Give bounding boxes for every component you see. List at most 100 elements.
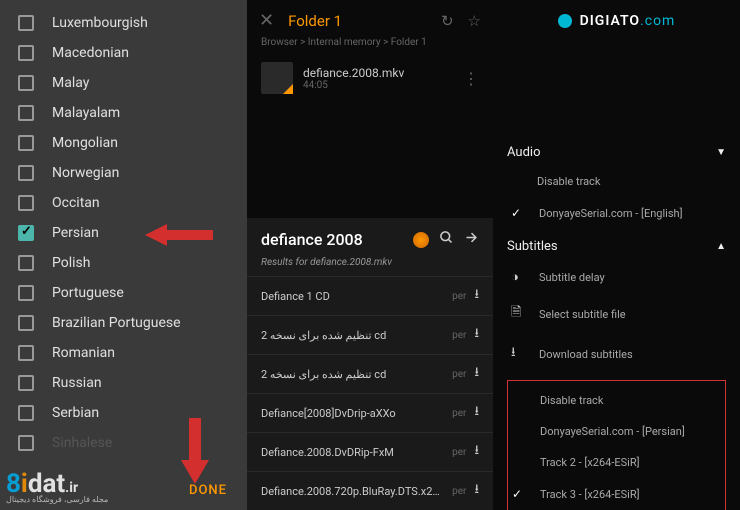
subtitle-track[interactable]: DonyayeSerial.com - [Persian] xyxy=(508,416,725,447)
result-name: Defiance.2008.720p.BluRay.DTS.x264-ESiR xyxy=(261,485,444,498)
audio-header[interactable]: Audio ▼ xyxy=(507,135,726,166)
file-icon: 🗎 xyxy=(511,303,527,325)
file-name: defiance.2008.mkv xyxy=(303,66,453,80)
download-icon[interactable]: ⭳ xyxy=(474,480,479,502)
audio-title: Audio xyxy=(507,145,540,160)
language-item-macedonian[interactable]: Macedonian xyxy=(0,38,247,68)
checkbox-icon xyxy=(18,45,34,61)
subtitle-result-row[interactable]: Defiance 1 CDper⭳ xyxy=(247,276,493,315)
language-item-russian[interactable]: Russian xyxy=(0,368,247,398)
subtitle-result-row[interactable]: Defiance[2008]DvDrip-aXXoper⭳ xyxy=(247,393,493,432)
caret-up-icon: ▲ xyxy=(716,241,726,252)
checkbox-icon xyxy=(18,105,34,121)
folder-title: Folder 1 xyxy=(288,12,427,30)
checkbox-icon xyxy=(18,15,34,31)
language-label: Sinhalese xyxy=(52,435,112,451)
language-label: Romanian xyxy=(52,345,115,361)
track-label: Disable track xyxy=(540,394,721,407)
language-label: Occitan xyxy=(52,195,100,211)
subtitle-select-file[interactable]: 🗎 Select subtitle file xyxy=(507,294,726,334)
subtitle-track[interactable]: ✓Track 3 - [x264-ESiR] xyxy=(508,478,725,510)
search-icon[interactable] xyxy=(439,230,454,249)
language-label: Malayalam xyxy=(52,105,120,121)
language-label: Mongolian xyxy=(52,135,118,151)
language-label: Serbian xyxy=(52,405,99,421)
browser-header: ✕ Folder 1 ↻ ☆ xyxy=(247,0,493,35)
subtitle-result-row[interactable]: تنظیم شده برای نسخه 2 cd per ⭳ xyxy=(247,354,493,393)
globe-icon[interactable] xyxy=(413,232,429,248)
file-duration: 44:05 xyxy=(303,80,453,91)
result-lang: per xyxy=(452,408,466,419)
language-item-serbian[interactable]: Serbian xyxy=(0,398,247,428)
subtitle-result-row[interactable]: Defiance.2008.DvDRip-FxMper⭳ xyxy=(247,432,493,471)
result-name: تنظیم شده برای نسخه 2 cd xyxy=(261,329,444,342)
result-lang: per xyxy=(452,330,466,341)
language-item-brazilian-portuguese[interactable]: Brazilian Portuguese xyxy=(0,308,247,338)
more-icon[interactable]: ⋮ xyxy=(463,69,479,88)
search-header: defiance 2008 xyxy=(247,218,493,255)
subtitle-result-row[interactable]: Defiance.2008.720p.BluRay.DTS.x264-ESiRp… xyxy=(247,471,493,510)
highlighted-tracks: Disable track DonyayeSerial.com - [Persia… xyxy=(507,380,726,510)
subtitles-header[interactable]: Subtitles ▲ xyxy=(507,229,726,260)
checkbox-icon xyxy=(18,75,34,91)
download-icon[interactable]: ⭳ xyxy=(474,324,479,346)
language-item-mongolian[interactable]: Mongolian xyxy=(0,128,247,158)
language-label: Malay xyxy=(52,75,89,91)
result-lang: per xyxy=(452,447,466,458)
subtitle-track[interactable]: Track 2 - [x264-ESiR] xyxy=(508,447,725,478)
language-item-occitan[interactable]: Occitan xyxy=(0,188,247,218)
language-list: Luxembourgish Macedonian Malay Malayalam Mon… xyxy=(0,0,247,466)
language-label: Macedonian xyxy=(52,45,129,61)
subtitle-result-row[interactable]: تنظیم شده برای نسخه 2 cd per ⭳ xyxy=(247,315,493,354)
language-item-persian[interactable]: Persian xyxy=(0,218,247,248)
language-label: Brazilian Portuguese xyxy=(52,315,181,331)
file-row[interactable]: defiance.2008.mkv 44:05 ⋮ xyxy=(247,56,493,100)
subtitles-title: Subtitles xyxy=(507,239,558,254)
language-item-norwegian[interactable]: Norwegian xyxy=(0,158,247,188)
subtitle-track[interactable]: Disable track xyxy=(508,385,725,416)
language-item-malay[interactable]: Malay xyxy=(0,68,247,98)
download-icon[interactable]: ⭳ xyxy=(474,363,479,385)
download-icon[interactable]: ⭳ xyxy=(474,402,479,424)
result-name: تنظیم شده برای نسخه 2 cd xyxy=(261,368,444,381)
audio-track[interactable]: ✓ DonyayeSerial.com - [English] xyxy=(507,197,726,229)
language-item-romanian[interactable]: Romanian xyxy=(0,338,247,368)
language-label: Portuguese xyxy=(52,285,124,301)
caret-down-icon: ▼ xyxy=(716,147,726,158)
language-label: Norwegian xyxy=(52,165,119,181)
subtitles-section: Subtitles ▲ ◑ Subtitle delay 🗎 Select su… xyxy=(493,229,740,510)
language-item-portuguese[interactable]: Portuguese xyxy=(0,278,247,308)
checkbox-icon xyxy=(18,255,34,271)
next-icon[interactable] xyxy=(464,230,479,249)
close-icon[interactable]: ✕ xyxy=(259,10,274,31)
language-label: Luxembourgish xyxy=(52,15,148,31)
breadcrumb[interactable]: Browser > Internal memory > Folder 1 xyxy=(247,35,493,56)
checkbox-icon xyxy=(18,375,34,391)
language-item-sinhalese[interactable]: Sinhalese xyxy=(0,428,247,458)
file-thumbnail xyxy=(261,62,293,94)
file-info: defiance.2008.mkv 44:05 xyxy=(303,66,453,91)
checkbox-icon xyxy=(18,435,34,451)
language-item-malayalam[interactable]: Malayalam xyxy=(0,98,247,128)
result-lang: per xyxy=(452,369,466,380)
favorite-icon[interactable]: ☆ xyxy=(468,12,481,30)
language-item-polish[interactable]: Polish xyxy=(0,248,247,278)
subtitle-search-panel: defiance 2008 Results for defiance.2008.… xyxy=(247,218,493,510)
audio-section: Audio ▼ Disable track ✓ DonyayeSerial.co… xyxy=(493,135,740,229)
download-icon[interactable]: ⭳ xyxy=(474,285,479,307)
audio-disable[interactable]: Disable track xyxy=(507,166,726,197)
download-icon: ⭳ xyxy=(511,343,527,365)
search-title: defiance 2008 xyxy=(261,230,403,249)
language-item-luxembourgish[interactable]: Luxembourgish xyxy=(0,8,247,38)
subtitle-delay[interactable]: ◑ Subtitle delay xyxy=(507,260,726,294)
watermark-logo: 8idat.ir مجله فارسی، فروشگاه دیجیتال xyxy=(6,469,108,504)
player-settings-panel: DIGIATO.com Audio ▼ Disable track ✓ Dony… xyxy=(493,0,740,510)
logo-icon xyxy=(558,14,572,28)
subtitle-download[interactable]: ⭳ Download subtitles xyxy=(507,334,726,374)
results-list: Defiance 1 CDper⭳تنظیم شده برای نسخه 2 c… xyxy=(247,276,493,510)
language-label: Persian xyxy=(52,225,99,241)
refresh-icon[interactable]: ↻ xyxy=(441,12,454,30)
download-icon[interactable]: ⭳ xyxy=(474,441,479,463)
track-label: DonyayeSerial.com - [Persian] xyxy=(540,425,721,438)
done-button[interactable]: DONE xyxy=(189,483,227,498)
